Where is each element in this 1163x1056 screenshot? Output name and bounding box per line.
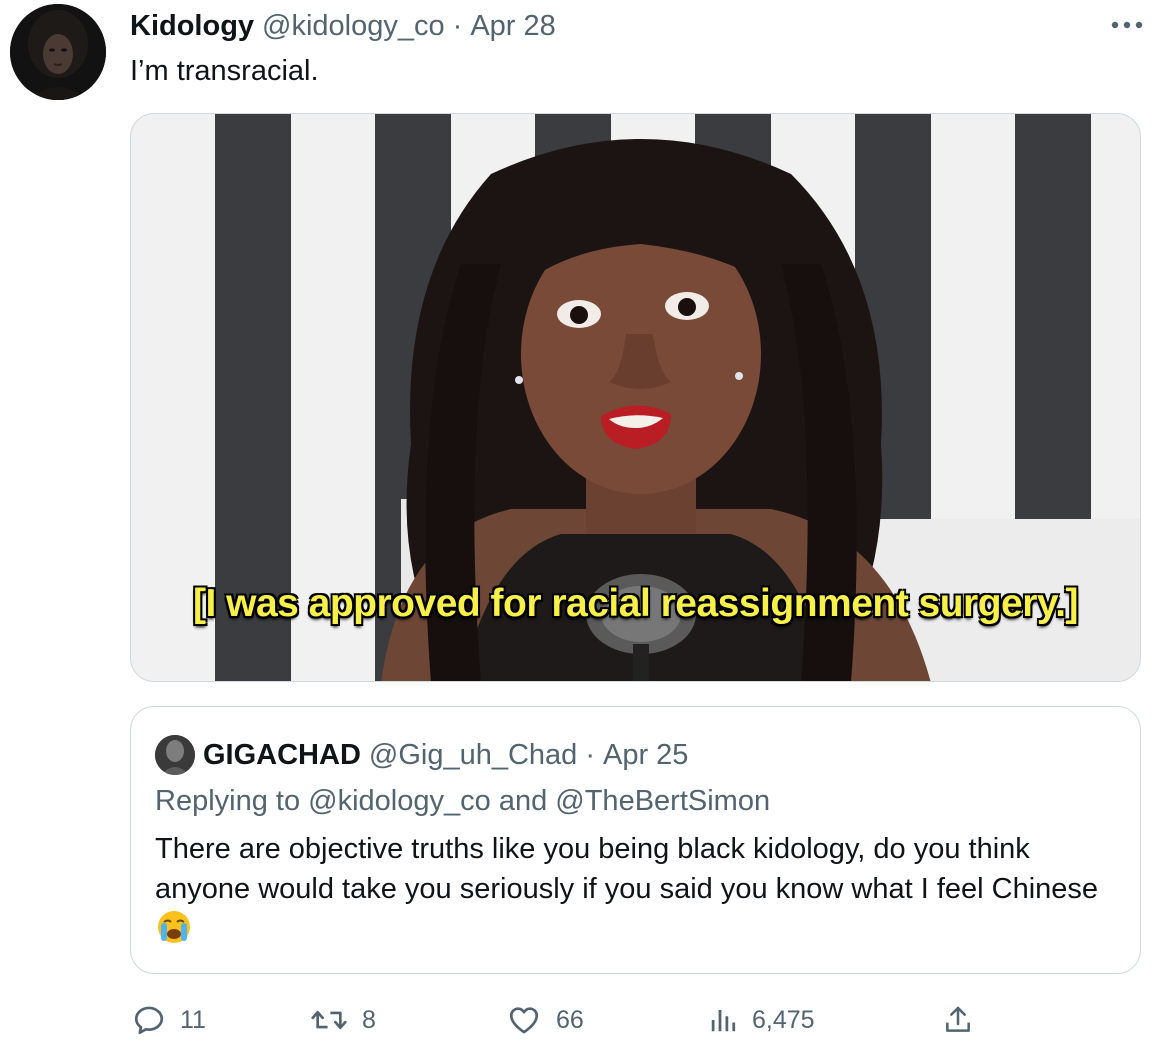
replying-and: and	[498, 785, 548, 817]
share-button[interactable]	[942, 996, 974, 1044]
quote-header-separator: ·	[585, 738, 595, 771]
author-handle[interactable]: @kidology_co	[262, 10, 445, 43]
replying-mention-1[interactable]: @kidology_co	[308, 785, 491, 817]
retweet-button[interactable]: 8	[310, 996, 376, 1044]
quote-text: There are objective truths like you bein…	[155, 833, 1099, 905]
views-count: 6,475	[752, 1005, 815, 1034]
views-icon	[711, 1010, 736, 1032]
tweet-date[interactable]: Apr 28	[470, 10, 555, 43]
reply-button[interactable]: 11	[132, 996, 206, 1044]
avatar-image	[10, 4, 106, 100]
retweet-icon	[311, 1010, 347, 1030]
quote-author-avatar[interactable]	[155, 735, 195, 775]
tweet-media[interactable]: [I was approved for racial reassignment …	[130, 113, 1141, 682]
quote-author-display-name[interactable]: GIGACHAD	[203, 739, 361, 772]
tweet-header: Kidology @kidology_co · Apr 28	[130, 6, 556, 46]
author-avatar[interactable]	[10, 4, 106, 100]
retweet-count: 8	[362, 1005, 376, 1034]
quote-date[interactable]: Apr 25	[603, 739, 688, 772]
like-count: 66	[556, 1005, 584, 1034]
like-button[interactable]: 66	[506, 996, 584, 1044]
reply-count: 11	[180, 1005, 206, 1034]
quote-header: GIGACHAD @Gig_uh_Chad · Apr 25	[155, 735, 688, 775]
more-icon	[1111, 21, 1143, 29]
quote-text-block: There are objective truths like you bein…	[155, 829, 1115, 949]
media-caption: [I was approved for racial reassignment …	[192, 582, 1079, 625]
tweet-actions: 11 8 66 6,475	[130, 996, 1010, 1044]
author-display-name[interactable]: Kidology	[130, 10, 254, 43]
tweet-text: I’m transracial.	[130, 55, 319, 87]
quoted-tweet[interactable]: GIGACHAD @Gig_uh_Chad · Apr 25 Replying …	[130, 706, 1141, 974]
replying-mention-2[interactable]: @TheBertSimon	[555, 785, 770, 817]
share-icon	[946, 1006, 970, 1032]
quote-author-handle[interactable]: @Gig_uh_Chad	[369, 739, 577, 772]
replying-prefix: Replying to	[155, 785, 301, 817]
replying-to-line: Replying to @kidology_co and @TheBertSim…	[155, 785, 770, 818]
header-separator: ·	[452, 9, 463, 42]
reply-icon	[134, 1006, 164, 1035]
views-button[interactable]: 6,475	[708, 996, 815, 1044]
loudly-crying-face-icon	[155, 910, 193, 944]
like-icon	[509, 1007, 539, 1034]
more-options-button[interactable]	[1107, 10, 1147, 40]
quote-avatar-image	[155, 735, 195, 775]
